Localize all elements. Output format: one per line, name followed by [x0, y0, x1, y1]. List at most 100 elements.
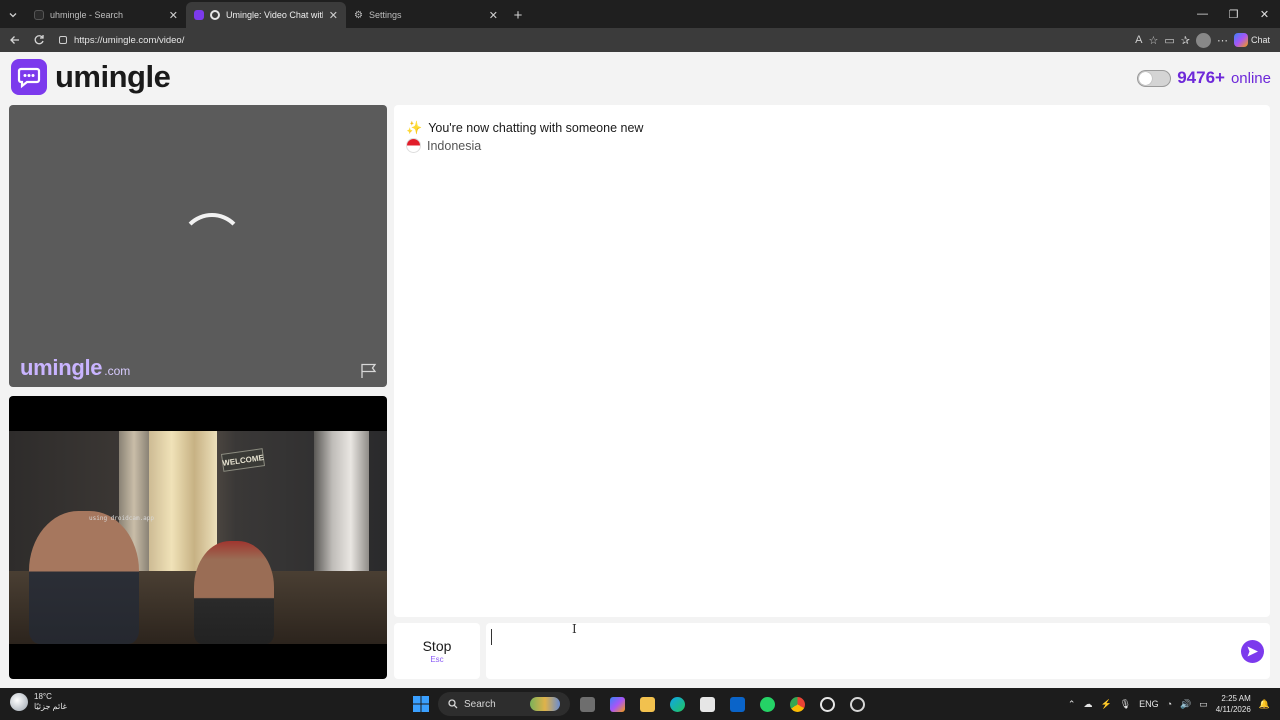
folder-icon	[639, 696, 655, 712]
theme-toggle[interactable]	[1137, 69, 1172, 87]
settings-icon	[849, 696, 865, 712]
site-logo[interactable]: umingle	[11, 59, 171, 95]
url-field[interactable]: https://umingle.com/video/	[54, 31, 1129, 49]
read-aloud-icon[interactable]: A	[1135, 34, 1142, 46]
notification-bell-icon[interactable]: 🔔	[1259, 699, 1270, 710]
umingle-favicon-icon	[194, 10, 204, 20]
start-button[interactable]	[408, 692, 434, 716]
wifi-icon[interactable]: ◔	[1167, 699, 1172, 709]
weather-text: 18°C غائم جزئيًا	[34, 692, 67, 712]
plus-icon: +	[513, 6, 523, 24]
store-app[interactable]	[694, 692, 720, 716]
site-info-icon[interactable]	[58, 35, 68, 45]
chevron-up-icon[interactable]: ⌃	[1068, 699, 1076, 710]
minimize-button[interactable]: —	[1187, 0, 1218, 28]
tab-search[interactable]: uhmingle - Search ✕	[26, 2, 186, 28]
close-icon[interactable]: ✕	[169, 9, 178, 22]
message-input[interactable]	[486, 623, 1270, 679]
copilot-icon	[1233, 33, 1248, 47]
text-caret	[491, 629, 492, 645]
chevron-down-icon	[9, 13, 17, 18]
system-message-country: Indonesia	[406, 138, 481, 153]
tab-umingle[interactable]: Umingle: Video Chat with Str ✕	[186, 2, 346, 28]
maximize-button[interactable]: ❐	[1218, 0, 1249, 28]
edge-app[interactable]	[664, 692, 690, 716]
copilot-button[interactable]: Chat	[1233, 33, 1270, 47]
more-options-icon[interactable]: ⋯	[1217, 34, 1228, 47]
send-button[interactable]	[1241, 640, 1264, 663]
back-button[interactable]	[6, 31, 24, 49]
whatsapp-app[interactable]	[754, 692, 780, 716]
tab-title: Umingle: Video Chat with Str	[226, 10, 323, 20]
weather-condition: غائم جزئيًا	[34, 702, 67, 711]
task-view-button[interactable]	[574, 692, 600, 716]
edge-icon	[669, 696, 685, 712]
address-bar-actions: A ☆ ▭ ✰ ⋯ Chat	[1135, 32, 1274, 48]
taskbar-apps: Search	[408, 692, 870, 716]
clock-date: 4/11/2026	[1215, 705, 1251, 714]
weather-widget[interactable]: 18°C غائم جزئيًا	[10, 692, 67, 712]
task-view-icon	[579, 696, 595, 712]
online-label: online	[1230, 69, 1271, 87]
person-left	[29, 511, 139, 644]
store-icon	[699, 696, 715, 712]
report-flag-icon[interactable]	[360, 363, 378, 379]
split-screen-icon[interactable]: ▭	[1164, 34, 1174, 47]
profile-avatar[interactable]	[1195, 32, 1211, 48]
close-window-button[interactable]: ✕	[1249, 0, 1280, 28]
self-video: WELCOME using droidcam.app	[9, 396, 387, 679]
new-tab-button[interactable]: +	[506, 2, 530, 28]
mouse-cursor-icon: I	[572, 622, 577, 636]
close-icon[interactable]: ✕	[329, 9, 338, 22]
network-off-icon[interactable]: ⚡	[1100, 699, 1111, 710]
cloudy-weather-icon	[10, 693, 28, 711]
volume-icon[interactable]: 🔊	[1180, 699, 1191, 710]
outlook-app[interactable]	[724, 692, 750, 716]
outlook-icon	[729, 696, 745, 712]
file-explorer-app[interactable]	[634, 692, 660, 716]
tab-actions-menu[interactable]	[0, 2, 26, 28]
chrome-icon	[789, 696, 805, 712]
whatsapp-icon	[759, 696, 775, 712]
stop-shortcut: Esc	[430, 655, 444, 664]
logo-text: umingle	[55, 59, 171, 94]
windows-logo-icon	[413, 696, 429, 712]
stranger-video: umingle .com	[9, 105, 387, 387]
umingle-page: umingle 9476+ online umingle .com WELCOM…	[0, 52, 1280, 688]
online-status: 9476+ online	[1137, 68, 1271, 88]
welcome-sign: WELCOME	[220, 448, 266, 472]
chatgpt-app[interactable]	[814, 692, 840, 716]
copilot-app-icon	[609, 696, 625, 712]
recording-icon	[210, 10, 220, 20]
stop-button[interactable]: Stop Esc	[394, 623, 480, 679]
taskbar-search[interactable]: Search	[438, 692, 570, 716]
loading-spinner	[179, 213, 245, 279]
close-icon[interactable]: ✕	[489, 9, 498, 22]
search-label: Search	[464, 698, 496, 710]
refresh-button[interactable]	[30, 31, 48, 49]
chrome-app[interactable]	[784, 692, 810, 716]
chat-bubble-icon	[11, 59, 47, 95]
indonesia-flag-icon	[406, 138, 421, 153]
tab-settings[interactable]: ⚙ Settings ✕	[346, 2, 506, 28]
onedrive-icon[interactable]: ☁	[1083, 699, 1092, 710]
copilot-app[interactable]	[604, 692, 630, 716]
webcam-feed: WELCOME using droidcam.app	[9, 431, 387, 644]
settings-app[interactable]	[844, 692, 870, 716]
favorite-star-icon[interactable]: ☆	[1148, 34, 1158, 47]
system-message-text: You're now chatting with someone new	[428, 121, 644, 135]
video-watermark: umingle .com	[20, 355, 130, 381]
taskbar: 18°C غائم جزئيًا Search ⌃ ☁ ⚡ 🎙 ENG ◔ 🔊 …	[0, 688, 1280, 720]
battery-icon[interactable]: ▭	[1199, 699, 1208, 710]
search-highlight-icon	[530, 697, 560, 711]
send-icon	[1247, 646, 1258, 657]
system-message-new-chat: ✨ You're now chatting with someone new	[406, 120, 643, 136]
clock[interactable]: 2:25 AM 4/11/2026	[1216, 693, 1251, 715]
window-controls: — ❐ ✕	[1187, 0, 1280, 28]
favorites-icon[interactable]: ✰	[1181, 34, 1190, 47]
online-count: 9476+	[1177, 68, 1225, 87]
tab-title: uhmingle - Search	[50, 10, 124, 20]
microphone-icon[interactable]: 🎙	[1120, 699, 1131, 710]
url-text: https://umingle.com/video/	[74, 34, 185, 46]
language-indicator[interactable]: ENG	[1139, 699, 1159, 709]
